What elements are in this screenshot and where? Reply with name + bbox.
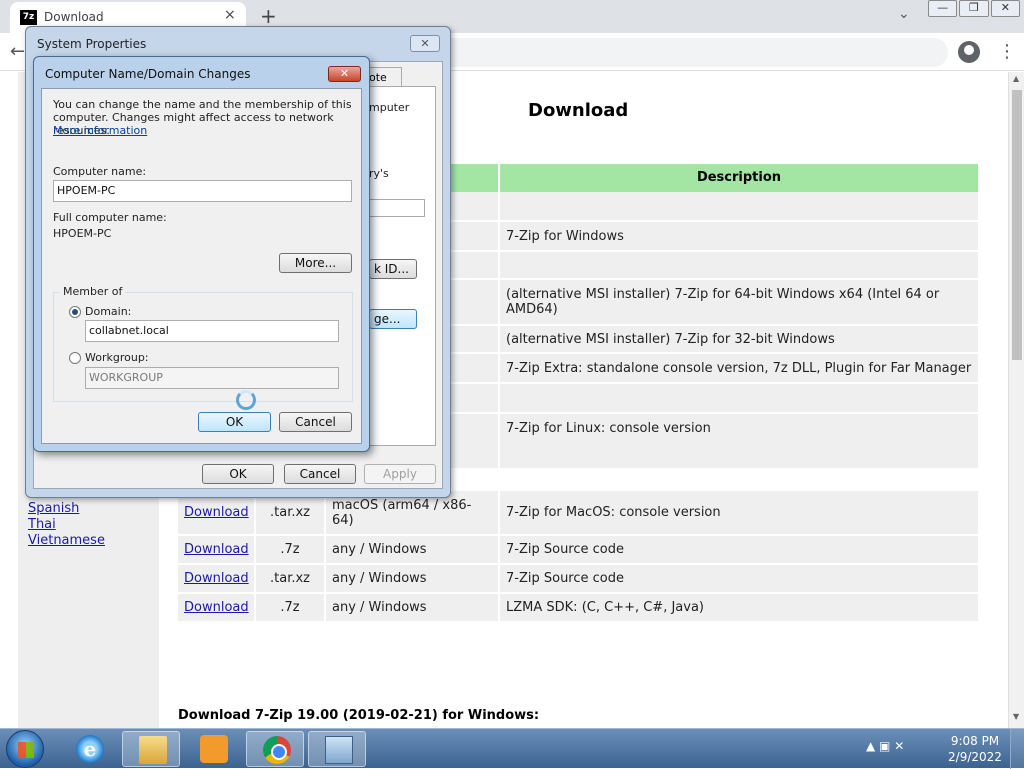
computer-name-field[interactable]: HPOEM-PC (53, 180, 352, 202)
media-player-icon (200, 735, 228, 763)
language-link-vietnamese[interactable]: Vietnamese (28, 533, 105, 548)
ok-button[interactable]: OK (198, 412, 271, 432)
scroll-down-icon[interactable]: ▼ (1013, 712, 1019, 721)
tab-search-icon[interactable]: ⌄ (898, 6, 910, 22)
language-link-spanish[interactable]: Spanish (28, 501, 79, 516)
description-cell (500, 252, 978, 278)
apply-button[interactable]: Apply (364, 464, 436, 484)
scroll-up-icon[interactable]: ▲ (1013, 74, 1019, 83)
clock-time[interactable]: 9:08 PM (950, 734, 1000, 748)
window-controls: — ❐ ✕ (928, 0, 1022, 17)
page-title: Download (528, 100, 629, 121)
taskbar-chrome[interactable] (246, 731, 304, 767)
restore-icon[interactable]: ❐ (959, 0, 989, 17)
browser-menu-icon[interactable]: ⋮ (998, 41, 1016, 62)
member-of-label: Member of (60, 285, 126, 298)
dialog-title: Computer Name/Domain Changes (45, 67, 251, 81)
download-link[interactable]: Download (178, 594, 254, 621)
description-cell: 7-Zip for MacOS: console version (500, 491, 978, 534)
close-icon[interactable]: ✕ (328, 66, 361, 82)
description-cell: 7-Zip Extra: standalone console version,… (500, 354, 978, 382)
cancel-button[interactable]: Cancel (284, 464, 356, 484)
description-cell (500, 384, 978, 412)
dialog-title: System Properties (37, 37, 147, 51)
ok-button[interactable]: OK (202, 464, 274, 484)
window-close-icon[interactable]: ✕ (990, 0, 1020, 17)
folder-icon (139, 736, 167, 764)
domain-radio[interactable] (69, 306, 81, 318)
domain-label: Domain: (85, 305, 132, 318)
description-cell: 7-Zip Source code (500, 536, 978, 563)
text-fragment: ry's (369, 167, 389, 180)
network-id-button[interactable]: k ID... (369, 259, 417, 279)
member-of-group: Member of Domain: collabnet.local Workgr… (53, 285, 353, 402)
download-link[interactable]: Download (178, 536, 254, 563)
tab-close-icon[interactable]: × (224, 7, 236, 23)
show-desktop-button[interactable] (1010, 729, 1024, 769)
section-heading: Download 7-Zip 19.00 (2019-02-21) for Wi… (178, 708, 540, 723)
workgroup-radio[interactable] (69, 352, 81, 364)
tab-title: Download (44, 10, 104, 24)
description-cell (500, 442, 978, 468)
workgroup-label: Workgroup: (85, 351, 149, 364)
description-cell: (alternative MSI installer) 7-Zip for 64… (500, 280, 978, 324)
profile-avatar-icon[interactable] (958, 41, 980, 63)
table-row: Download .7z any / Windows 7-Zip Source cod… (178, 536, 978, 563)
close-icon[interactable]: ✕ (410, 35, 440, 52)
file-type-cell: .tar.xz (256, 565, 324, 592)
busy-cursor-icon (236, 390, 256, 410)
internet-explorer-icon: e (76, 735, 104, 763)
cancel-button[interactable]: Cancel (279, 412, 352, 432)
domain-field[interactable]: collabnet.local (85, 320, 339, 342)
workgroup-field[interactable]: WORKGROUP (85, 367, 339, 389)
table-row: Download .tar.xz any / Windows 7-Zip Source… (178, 565, 978, 592)
new-tab-button[interactable]: + (260, 4, 277, 28)
computer-description-field[interactable] (369, 199, 425, 217)
description-cell: 7-Zip Source code (500, 565, 978, 592)
full-computer-name-value: HPOEM-PC (53, 227, 112, 240)
taskbar-internet-explorer[interactable]: e (60, 731, 118, 767)
taskbar: e ▲ ▣ ✕ 9:08 PM 2/9/2022 (0, 728, 1024, 769)
change-button[interactable]: ge... (369, 309, 417, 329)
file-type-cell: .7z (256, 536, 324, 563)
more-button[interactable]: More... (279, 253, 352, 273)
7zip-favicon-icon: 7z (20, 10, 37, 25)
computer-description-fragment: mputer (369, 101, 410, 114)
table-row: Download .7z any / Windows LZMA SDK: (C, C+… (178, 594, 978, 621)
more-information-link[interactable]: More information (53, 124, 147, 137)
back-arrow-icon[interactable]: ← (10, 41, 25, 62)
description-cell (500, 192, 978, 220)
taskbar-system-properties[interactable] (308, 731, 366, 767)
start-button-icon[interactable] (6, 730, 44, 768)
architecture-cell: any / Windows (326, 565, 498, 592)
system-properties-icon (325, 736, 353, 764)
description-cell: (alternative MSI installer) 7-Zip for 32… (500, 326, 978, 352)
page-scrollbar[interactable]: ▲ ▼ (1008, 72, 1024, 728)
chrome-icon (263, 736, 291, 764)
system-tray-icons[interactable]: ▲ ▣ ✕ (866, 739, 904, 753)
clock-date[interactable]: 2/9/2022 (946, 750, 1004, 764)
dialog-body: You can change the name and the membersh… (41, 88, 362, 444)
architecture-cell: any / Windows (326, 536, 498, 563)
scroll-thumb[interactable] (1012, 90, 1022, 360)
description-cell: 7-Zip for Linux: console version (500, 414, 978, 442)
description-cell: LZMA SDK: (C, C++, C#, Java) (500, 594, 978, 621)
architecture-cell: any / Windows (326, 594, 498, 621)
description-cell: 7-Zip for Windows (500, 222, 978, 250)
minimize-icon[interactable]: — (928, 0, 958, 17)
language-link-thai[interactable]: Thai (28, 517, 56, 532)
file-type-cell: .7z (256, 594, 324, 621)
full-computer-name-label: Full computer name: (53, 211, 167, 224)
computer-name-dialog: Computer Name/Domain Changes ✕ You can c… (33, 56, 370, 452)
taskbar-media-player[interactable] (184, 731, 242, 767)
computer-name-label: Computer name: (53, 165, 147, 178)
download-link[interactable]: Download (178, 565, 254, 592)
taskbar-file-explorer[interactable] (122, 731, 180, 767)
table-header-description: Description (500, 164, 978, 192)
